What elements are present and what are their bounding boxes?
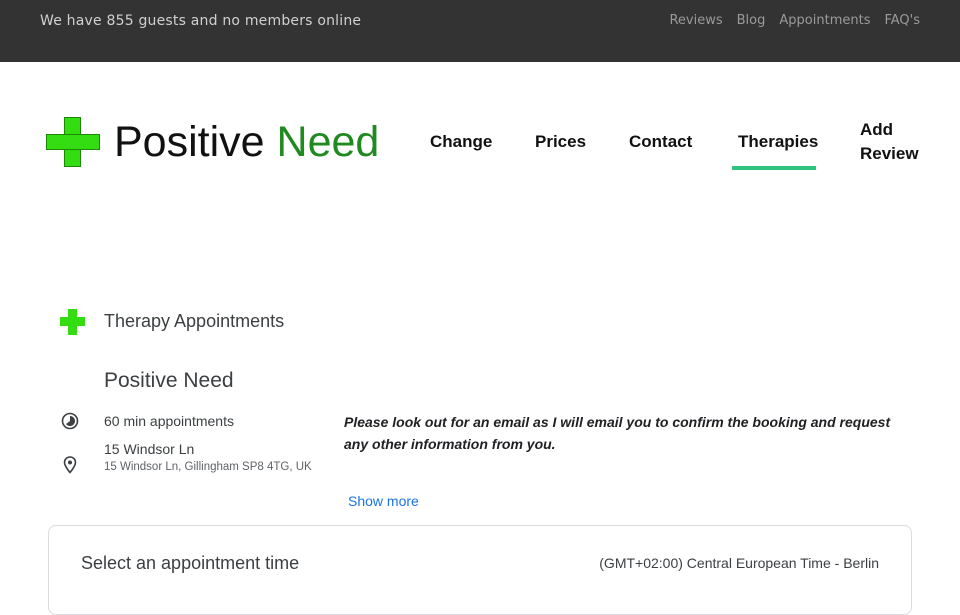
site-logo[interactable]: Positive Need	[46, 117, 386, 169]
nav-active-indicator	[732, 166, 816, 170]
top-link-blog[interactable]: Blog	[737, 13, 766, 28]
organization-name: Positive Need	[104, 369, 234, 392]
nav-add-review-line1: Add	[860, 120, 894, 139]
nav-prices[interactable]: Prices	[535, 130, 586, 154]
top-bar: We have 855 guests and no members online…	[0, 0, 960, 62]
logo-text: Positive Need	[114, 117, 379, 167]
select-time-heading: Select an appointment time	[81, 553, 300, 573]
green-cross-icon	[46, 117, 100, 167]
timezone-label[interactable]: (GMT+02:00) Central European Time - Berl…	[599, 555, 879, 571]
booking-notice: Please look out for an email as I will e…	[344, 414, 891, 452]
appointment-duration: 60 min appointments	[104, 413, 234, 429]
show-more-link[interactable]: Show more	[348, 493, 419, 509]
booking-page-title: Therapy Appointments	[104, 311, 285, 331]
address-line: 15 Windsor Ln	[104, 441, 195, 457]
clock-icon	[61, 412, 79, 430]
nav-contact[interactable]: Contact	[629, 130, 692, 154]
nav-change[interactable]: Change	[430, 130, 492, 154]
nav-therapies[interactable]: Therapies	[738, 130, 818, 154]
appointment-time-panel: Select an appointment time (GMT+02:00) C…	[48, 525, 912, 615]
top-link-reviews[interactable]: Reviews	[669, 13, 722, 28]
logo-word-positive: Positive	[114, 118, 265, 166]
top-link-faqs[interactable]: FAQ's	[884, 13, 920, 28]
nav-add-review[interactable]: Add Review	[860, 118, 919, 166]
location-pin-icon	[63, 456, 77, 474]
top-links: Reviews Blog Appointments FAQ's	[669, 13, 920, 28]
nav-add-review-line2: Review	[860, 144, 919, 163]
address-full: 15 Windsor Ln, Gillingham SP8 4TG, UK	[104, 461, 312, 473]
logo-word-need: Need	[276, 118, 380, 166]
green-cross-icon	[60, 309, 85, 335]
online-guests-text: We have 855 guests and no members online	[40, 13, 362, 29]
top-link-appointments[interactable]: Appointments	[779, 13, 870, 28]
